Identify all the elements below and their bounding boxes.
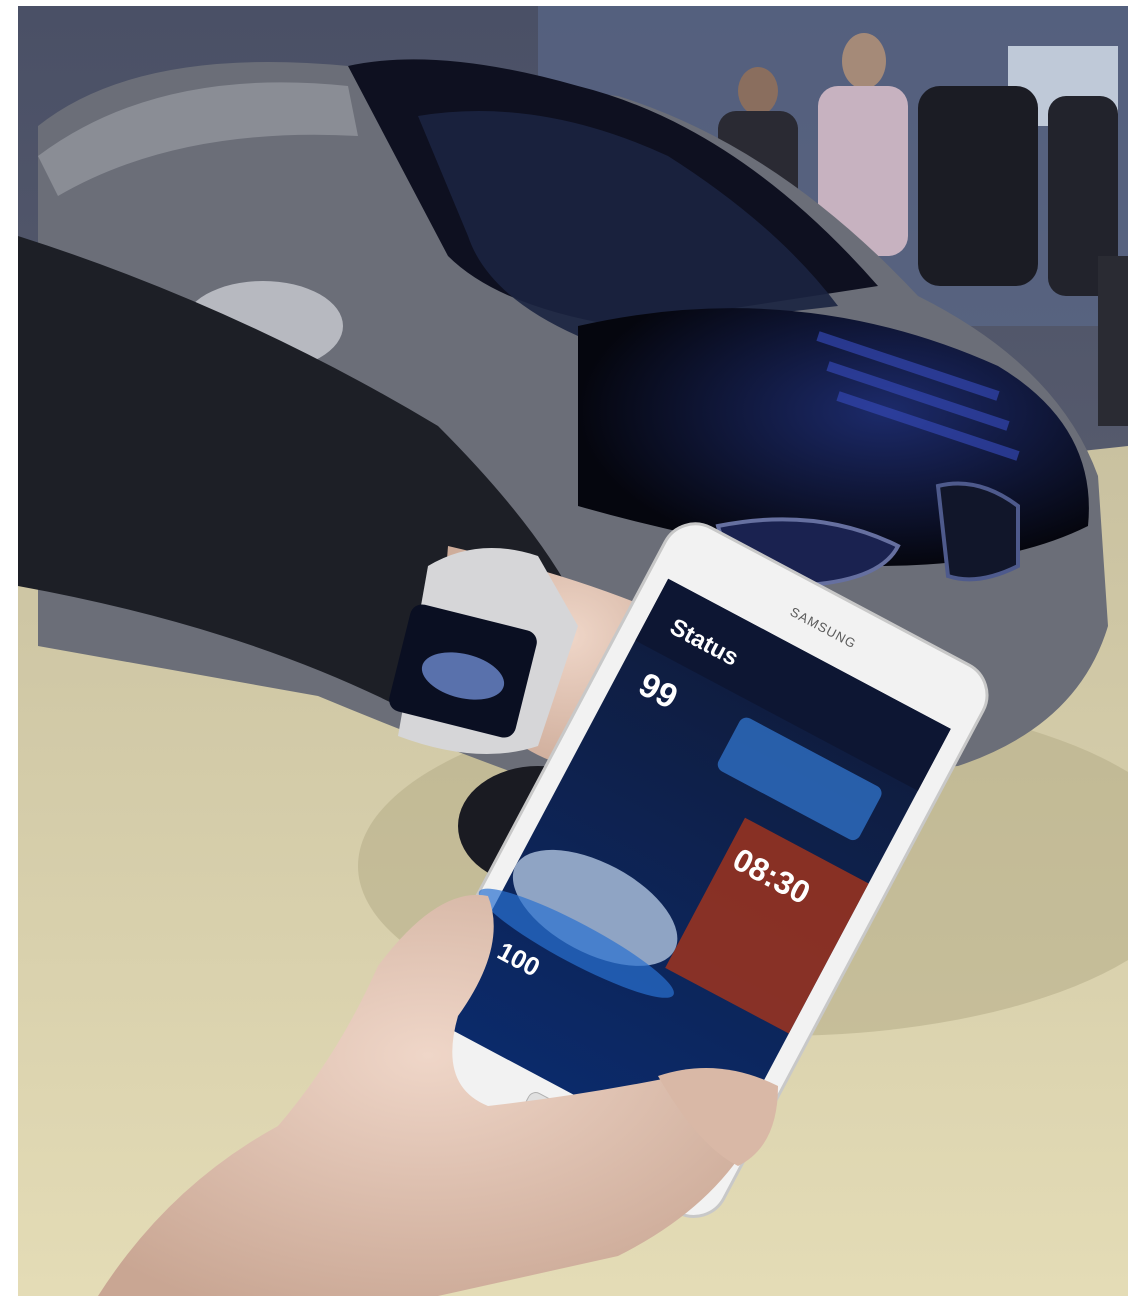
photo-scene: SAMSUNG Status 99 08:30 100 xyxy=(18,6,1128,1296)
photo-frame: SAMSUNG Status 99 08:30 100 xyxy=(18,6,1128,1296)
grille xyxy=(935,481,1020,582)
